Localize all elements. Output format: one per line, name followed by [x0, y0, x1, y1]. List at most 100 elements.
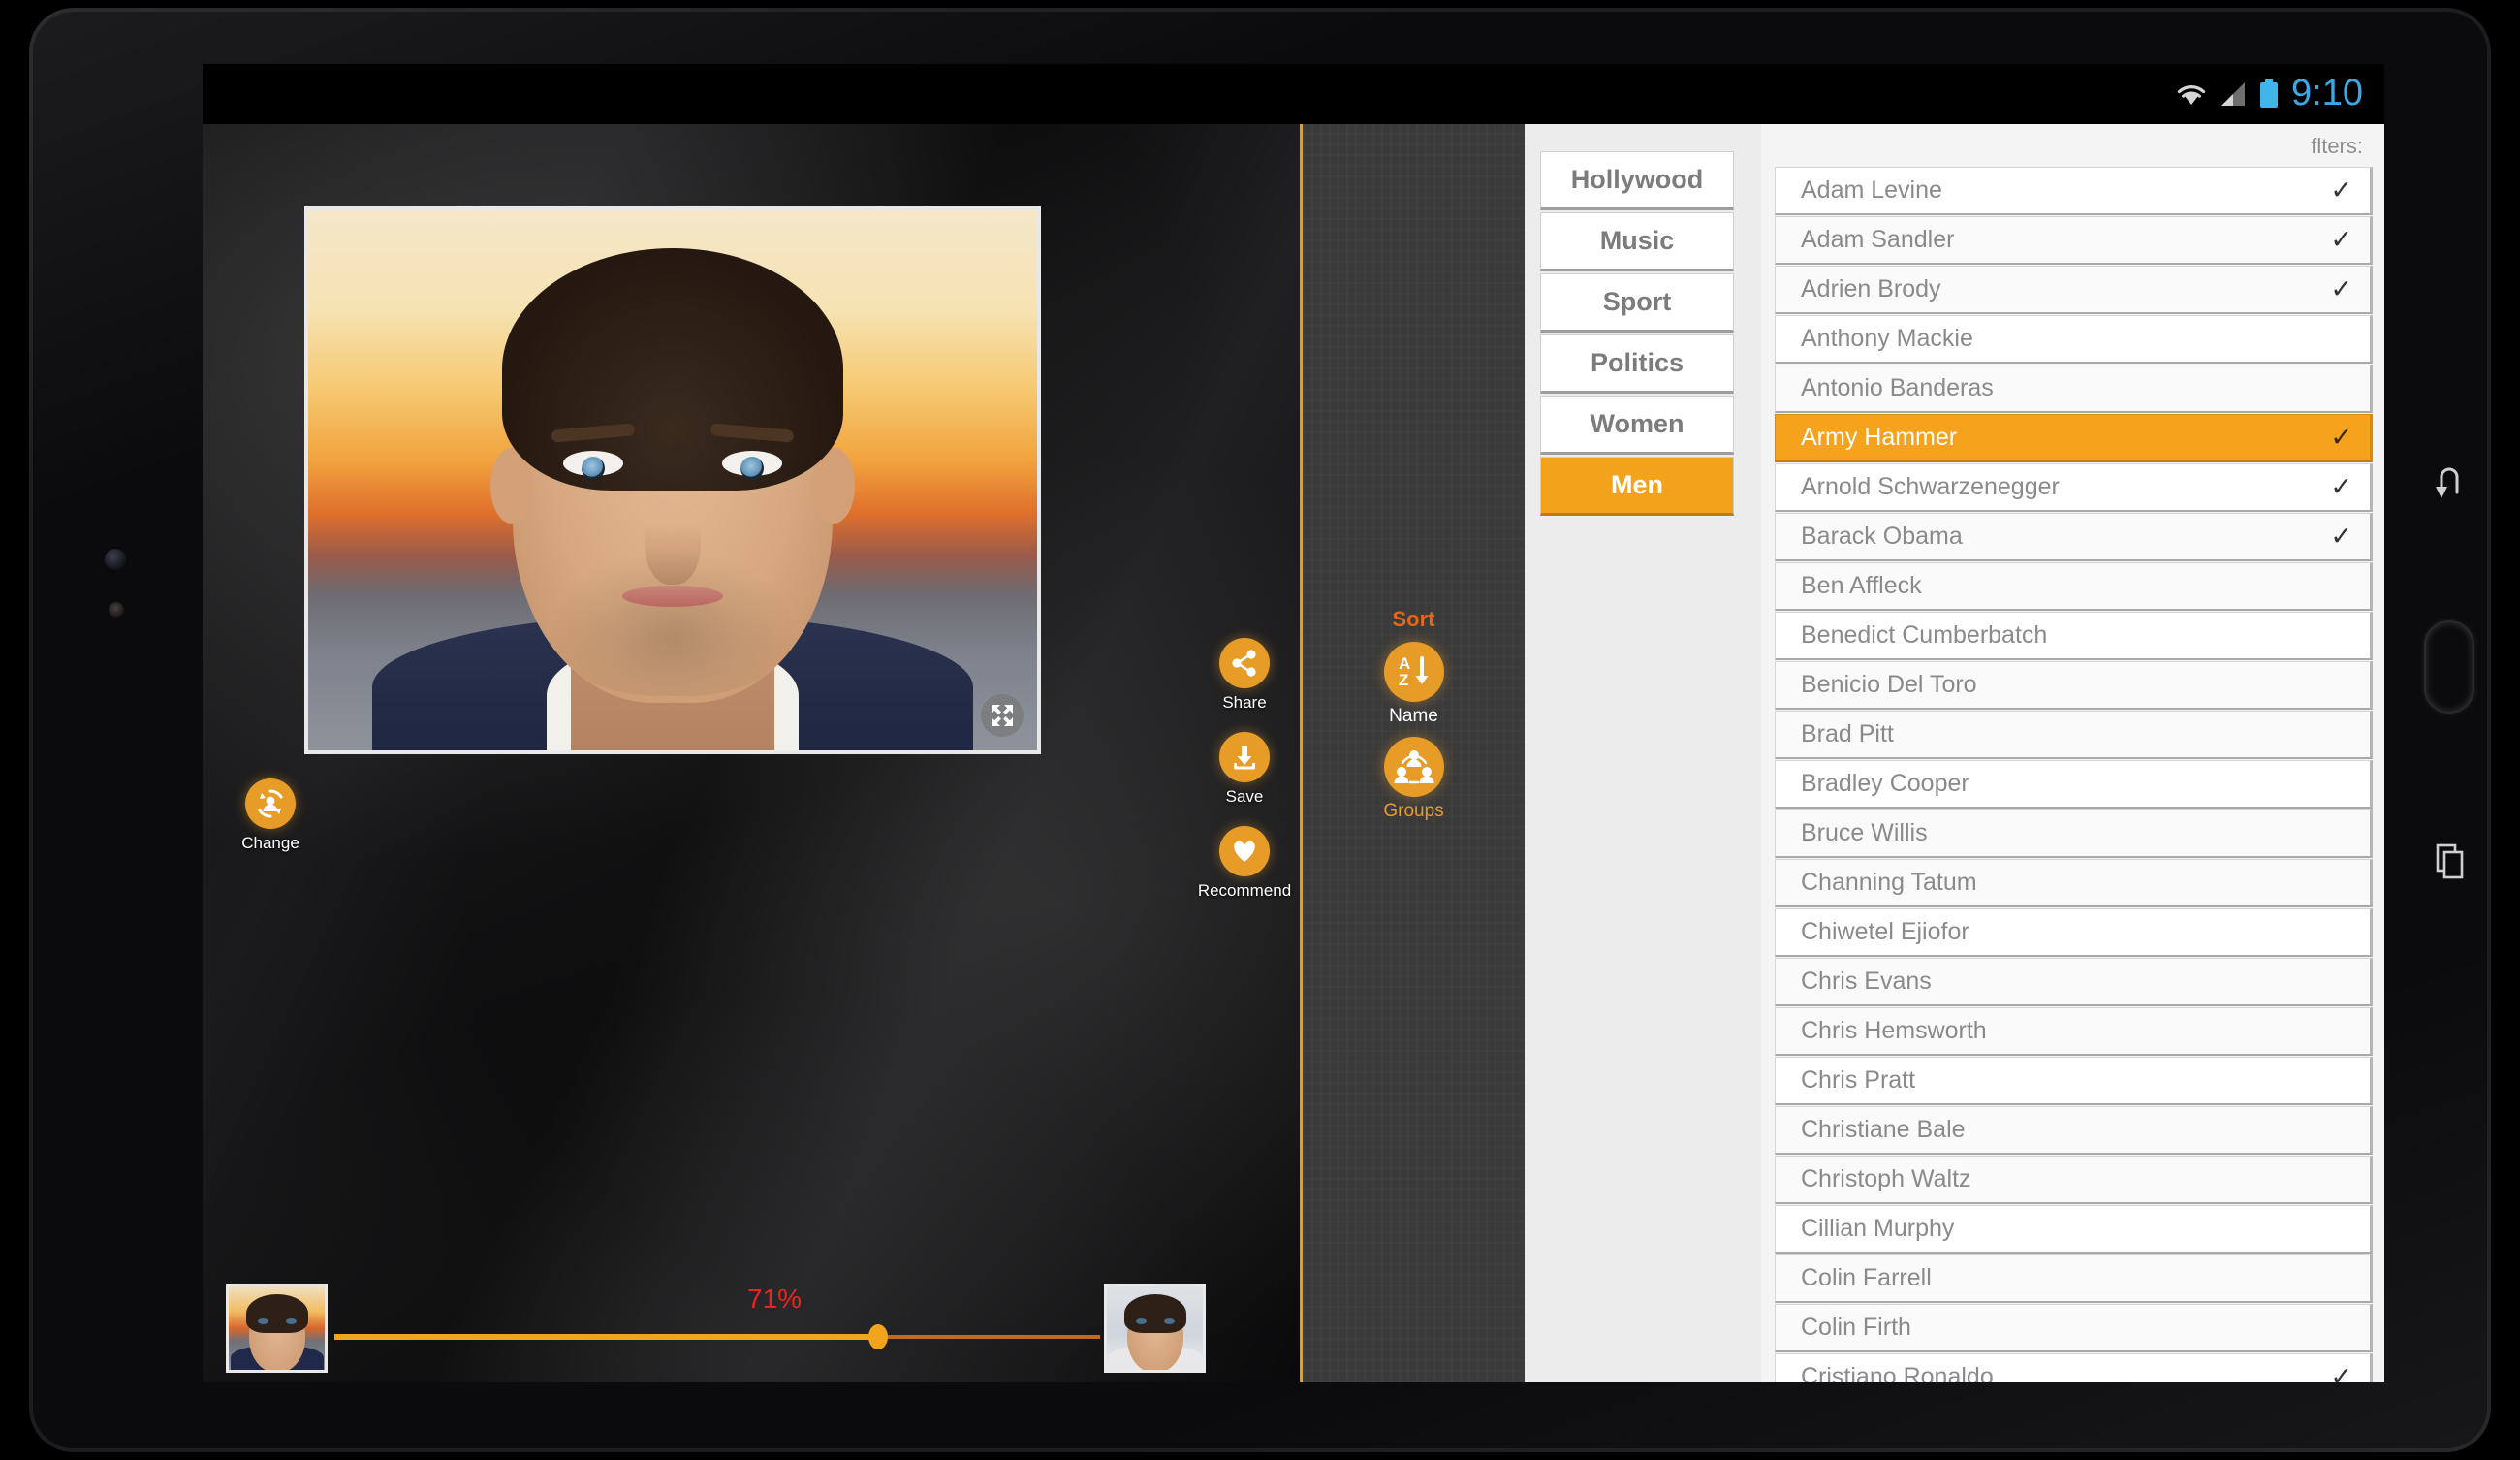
status-bar-clock: 9:10 [2291, 72, 2363, 113]
name-label: Adrien Brody [1801, 275, 1941, 302]
name-label: Anthony Mackie [1801, 325, 1973, 352]
groups-icon [1383, 737, 1444, 797]
name-row[interactable]: Adrien Brody ✓ [1775, 266, 2373, 314]
morph-slider-track[interactable] [334, 1324, 1100, 1349]
name-row[interactable]: Chris Pratt [1775, 1057, 2373, 1105]
name-row[interactable]: Ben Affleck [1775, 562, 2373, 611]
sort-title: Sort [1392, 607, 1435, 631]
name-row[interactable]: Cillian Murphy [1775, 1205, 2373, 1254]
name-label: Bruce Willis [1801, 819, 1928, 846]
name-row[interactable]: Adam Levine ✓ [1775, 167, 2373, 215]
name-label: Colin Firth [1801, 1314, 1911, 1341]
category-label: Men [1611, 470, 1663, 499]
status-bar: 9:10 [203, 64, 2384, 124]
name-row[interactable]: Bruce Willis [1775, 809, 2373, 858]
sort-groups-label: Groups [1383, 801, 1444, 821]
category-label: Music [1599, 226, 1675, 255]
name-label: Cristiano Ronaldo [1801, 1363, 1994, 1382]
share-icon [1219, 638, 1270, 688]
category-button-hollywood[interactable]: Hollywood [1540, 151, 1734, 210]
photo-panel: Change Share Save Recommend 71% [203, 124, 1300, 1382]
home-button[interactable] [2386, 541, 2512, 793]
category-button-politics[interactable]: Politics [1540, 334, 1734, 394]
signal-icon [2220, 80, 2247, 108]
name-label: Christiane Bale [1801, 1116, 1966, 1143]
sort-by-name-button[interactable]: A Z Name [1303, 642, 1525, 727]
name-row[interactable]: Arnold Schwarzenegger ✓ [1775, 463, 2373, 512]
name-row[interactable]: Bradley Cooper [1775, 760, 2373, 809]
app-content: Change Share Save Recommend 71% Sort A Z… [203, 124, 2384, 1382]
name-label: Arnold Schwarzenegger [1801, 473, 2060, 500]
morph-slider-fill [334, 1334, 878, 1340]
name-row[interactable]: Christiane Bale [1775, 1106, 2373, 1155]
check-icon: ✓ [2330, 472, 2352, 501]
category-button-sport[interactable]: Sport [1540, 273, 1734, 333]
name-row[interactable]: Chiwetel Ejiofor [1775, 908, 2373, 957]
name-row[interactable]: Christoph Waltz [1775, 1156, 2373, 1204]
name-label: Adam Sandler [1801, 226, 1955, 253]
check-icon: ✓ [2330, 274, 2352, 303]
name-label: Brad Pitt [1801, 720, 1894, 747]
home-pill-icon [2424, 620, 2474, 714]
heart-icon [1219, 826, 1270, 876]
front-camera-icon [105, 549, 126, 570]
main-photo[interactable] [304, 206, 1041, 754]
recommend-button[interactable]: Recommend [1191, 826, 1298, 901]
source-face-thumbnail[interactable] [226, 1284, 328, 1373]
svg-text:Z: Z [1399, 671, 1408, 689]
save-label: Save [1225, 787, 1264, 806]
name-label: Chris Hemsworth [1801, 1017, 1987, 1044]
name-row[interactable]: Chris Evans [1775, 958, 2373, 1006]
name-row[interactable]: Channing Tatum [1775, 859, 2373, 907]
name-row[interactable]: Benedict Cumberbatch [1775, 612, 2373, 660]
action-column: Share Save Recommend [1191, 638, 1298, 920]
device-screen: 9:10 Change Share Save Recommend 71% Sor… [203, 64, 2384, 1382]
name-label: Benedict Cumberbatch [1801, 621, 2048, 649]
name-row[interactable]: Antonio Banderas [1775, 365, 2373, 413]
names-list-area: flters: Adam Levine ✓ Adam Sandler ✓ Adrien … [1761, 124, 2384, 1382]
category-label: Hollywood [1570, 165, 1704, 194]
name-label: Chiwetel Ejiofor [1801, 918, 1969, 945]
morphed-portrait-image [308, 210, 1037, 750]
name-label: Adam Levine [1801, 176, 1942, 204]
expand-arrows-icon[interactable] [981, 694, 1024, 737]
name-row[interactable]: Anthony Mackie [1775, 315, 2373, 364]
target-face-thumbnail[interactable] [1104, 1284, 1206, 1373]
category-button-women[interactable]: Women [1540, 396, 1734, 455]
wifi-icon [2175, 80, 2208, 108]
name-label: Antonio Banderas [1801, 374, 1994, 401]
name-row[interactable]: Benicio Del Toro [1775, 661, 2373, 710]
name-row[interactable]: Colin Firth [1775, 1304, 2373, 1352]
name-label: Chris Pratt [1801, 1066, 1916, 1094]
morph-slider-knob[interactable] [867, 1324, 888, 1349]
filters-label: flters: [2311, 134, 2363, 158]
names-list[interactable]: Adam Levine ✓ Adam Sandler ✓ Adrien Brody ✓ An… [1775, 167, 2373, 1382]
save-button[interactable]: Save [1191, 732, 1298, 807]
name-row[interactable]: Brad Pitt [1775, 711, 2373, 759]
morph-percent-label: 71% [747, 1284, 803, 1314]
name-row[interactable]: Cristiano Ronaldo ✓ [1775, 1353, 2373, 1382]
sort-alpha-icon: A Z [1383, 642, 1444, 702]
recent-apps-icon [2436, 843, 2464, 879]
change-button[interactable]: Change [224, 778, 317, 853]
name-row[interactable]: Barack Obama ✓ [1775, 513, 2373, 561]
recents-button[interactable] [2386, 793, 2512, 929]
name-row[interactable]: Adam Sandler ✓ [1775, 216, 2373, 265]
sort-by-groups-button[interactable]: Groups [1303, 737, 1525, 822]
category-label: Politics [1590, 348, 1685, 377]
name-row[interactable]: Chris Hemsworth [1775, 1007, 2373, 1056]
name-label: Channing Tatum [1801, 869, 1977, 896]
category-button-men[interactable]: Men [1540, 457, 1734, 516]
name-label: Chris Evans [1801, 968, 1932, 995]
category-button-music[interactable]: Music [1540, 212, 1734, 271]
check-icon: ✓ [2330, 522, 2352, 551]
sensor-icon [109, 602, 124, 618]
sort-name-label: Name [1389, 706, 1438, 726]
name-row[interactable]: Army Hammer ✓ [1775, 414, 2373, 462]
category-label: Women [1590, 409, 1685, 438]
back-button[interactable] [2386, 425, 2512, 541]
name-label: Cillian Murphy [1801, 1215, 1955, 1242]
share-button[interactable]: Share [1191, 638, 1298, 713]
name-row[interactable]: Colin Farrell [1775, 1254, 2373, 1303]
share-label: Share [1222, 693, 1267, 712]
